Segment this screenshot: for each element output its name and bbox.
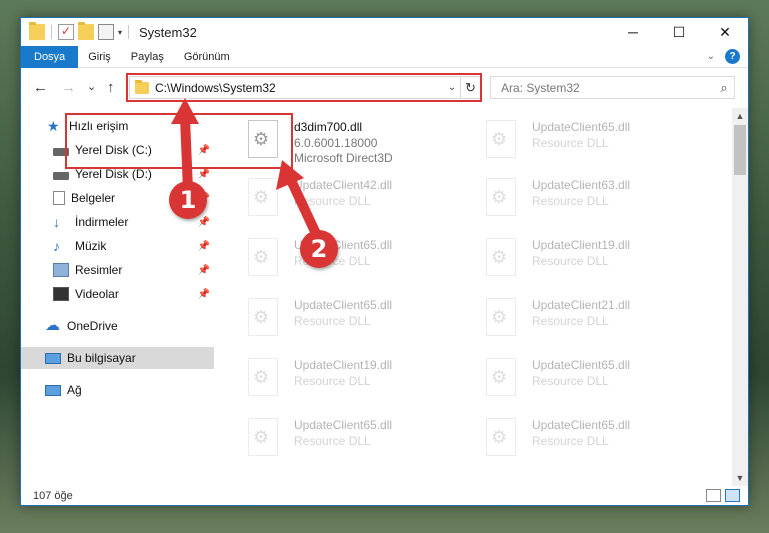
callout-arrows [171, 98, 323, 243]
step-2-badge: 2 [300, 230, 338, 268]
step-1-badge: 1 [169, 181, 207, 219]
arrow-2-icon [285, 173, 323, 243]
arrow-1-icon [180, 113, 193, 195]
arrow-1-head-icon [171, 98, 199, 124]
